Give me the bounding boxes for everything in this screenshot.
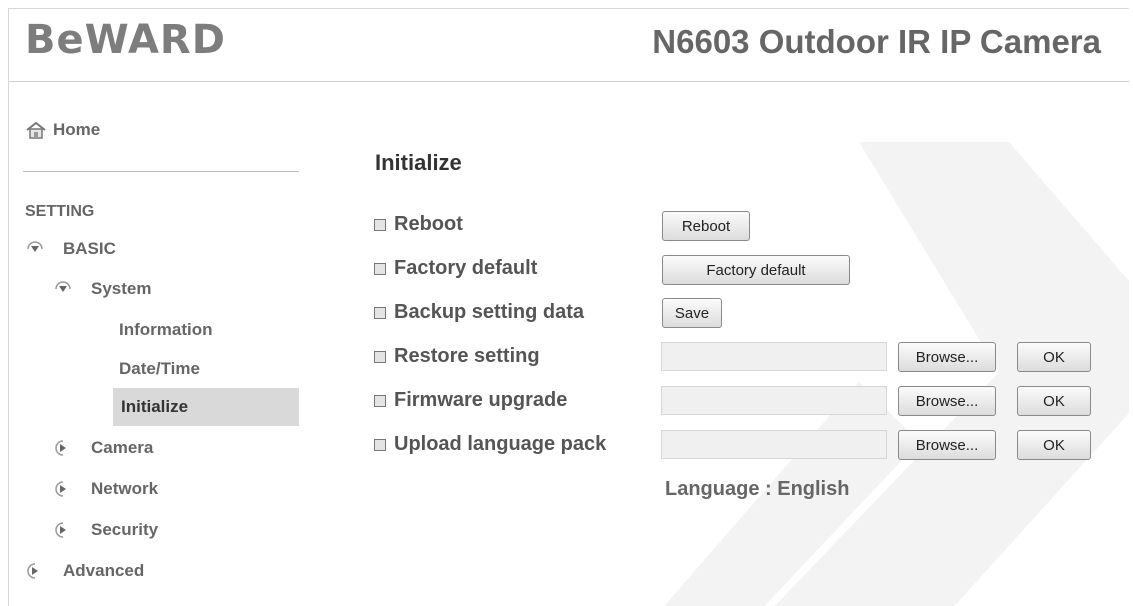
sidebar-item-label: BASIC (63, 239, 116, 258)
row-backup-label: Backup setting data (374, 301, 584, 324)
row-factory-default-label: Factory default (374, 257, 537, 280)
sidebar-item-label: Advanced (63, 561, 145, 580)
header: BeWARD N6603 Outdoor IR IP Camera (9, 9, 1129, 82)
firmware-browse-button[interactable]: Browse... (898, 386, 996, 416)
row-restore-label: Restore setting (374, 345, 540, 368)
sidebar-item-system[interactable]: System (55, 279, 151, 299)
main-content: Initialize Reboot Reboot Factory default… (299, 82, 1129, 606)
app-frame: BeWARD N6603 Outdoor IR IP Camera Home S… (8, 8, 1129, 606)
chevron-right-icon (27, 563, 38, 579)
logo: BeWARD (25, 17, 226, 63)
home-label: Home (53, 120, 101, 139)
sidebar-item-label: Security (91, 520, 159, 539)
sidebar-item-advanced[interactable]: Advanced (27, 561, 144, 581)
backup-setting-label: Backup setting data (394, 301, 585, 323)
bullet-icon (374, 394, 386, 407)
bullet-icon (374, 262, 386, 275)
reboot-label: Reboot (394, 213, 463, 235)
bullet-icon (374, 438, 386, 451)
sidebar-item-camera[interactable]: Camera (55, 438, 153, 458)
language-pack-browse-button[interactable]: Browse... (898, 430, 996, 460)
row-language-pack-label: Upload language pack (374, 433, 606, 456)
sidebar-item-label: Network (91, 479, 159, 498)
setting-section-label: SETTING (25, 203, 95, 220)
firmware-upgrade-label: Firmware upgrade (394, 389, 568, 411)
sidebar: Home SETTING BASIC System Information Da… (9, 82, 300, 606)
chevron-right-icon (55, 440, 66, 456)
restore-ok-button[interactable]: OK (1017, 342, 1091, 372)
chevron-right-icon (55, 522, 66, 538)
bullet-icon (374, 350, 386, 363)
save-button[interactable]: Save (662, 298, 722, 328)
sidebar-item-basic[interactable]: BASIC (27, 239, 116, 259)
bullet-icon (374, 218, 386, 231)
restore-setting-label: Restore setting (394, 345, 540, 367)
home-link[interactable]: Home (25, 120, 100, 140)
firmware-file-input[interactable] (661, 386, 887, 415)
chevron-right-icon (55, 481, 66, 497)
factory-default-button[interactable]: Factory default (662, 255, 850, 285)
home-icon (26, 121, 46, 139)
restore-browse-button[interactable]: Browse... (898, 342, 996, 372)
sidebar-item-datetime[interactable]: Date/Time (119, 359, 200, 379)
current-language-text: Language : English (665, 478, 850, 500)
upload-language-pack-label: Upload language pack (394, 433, 607, 455)
sidebar-item-information[interactable]: Information (119, 320, 213, 340)
sidebar-item-network[interactable]: Network (55, 479, 158, 499)
language-pack-ok-button[interactable]: OK (1017, 430, 1091, 460)
row-reboot-label: Reboot (374, 213, 463, 236)
firmware-ok-button[interactable]: OK (1017, 386, 1091, 416)
factory-default-label: Factory default (394, 257, 538, 279)
product-title: N6603 Outdoor IR IP Camera (652, 23, 1101, 60)
row-firmware-label: Firmware upgrade (374, 389, 567, 412)
language-pack-file-input[interactable] (661, 430, 887, 459)
sidebar-item-label: System (91, 279, 152, 298)
sidebar-divider (23, 171, 299, 172)
sidebar-item-security[interactable]: Security (55, 520, 158, 540)
sidebar-item-initialize[interactable]: Initialize (113, 388, 300, 426)
chevron-down-icon (27, 241, 43, 252)
chevron-down-icon (55, 281, 71, 292)
page-title: Initialize (375, 150, 462, 175)
sidebar-item-label: Camera (91, 438, 154, 457)
bullet-icon (374, 306, 386, 319)
restore-file-input[interactable] (661, 342, 887, 371)
reboot-button[interactable]: Reboot (662, 211, 750, 241)
